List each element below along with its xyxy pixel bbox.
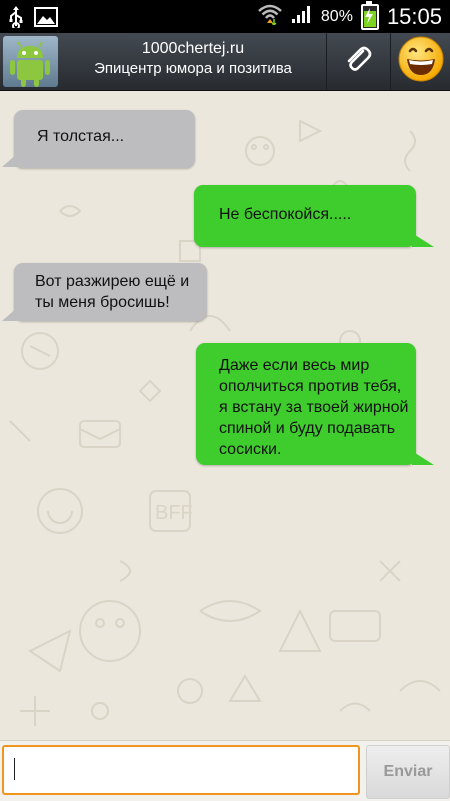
text-cursor xyxy=(14,758,15,780)
message-text-line: сосиски. xyxy=(219,441,282,458)
message-bubble-outgoing[interactable]: Даже если весь мир ополчиться против теб… xyxy=(196,343,416,465)
contact-status: Эпицентр юмора и позитива xyxy=(94,60,292,77)
header-divider xyxy=(390,33,391,90)
message-text-line: спиной и буду подавать xyxy=(219,420,396,437)
message-text-line: ополчиться против тебя, xyxy=(219,378,402,395)
bubble-tail xyxy=(412,451,434,465)
contact-info[interactable]: 1000chertej.ru Эпицентр юмора и позитива xyxy=(62,39,324,79)
avatar[interactable] xyxy=(3,36,58,87)
bubble-tail xyxy=(2,307,18,321)
paperclip-icon xyxy=(341,42,375,81)
status-bar: 80% 15:05 xyxy=(0,0,450,33)
usb-icon xyxy=(8,6,24,33)
message-text-line: Вот разжирею ещё и xyxy=(35,273,190,290)
send-button[interactable]: Enviar xyxy=(366,745,450,799)
battery-percent: 80% xyxy=(320,7,353,25)
message-text-line: ты меня бросишь! xyxy=(35,294,170,311)
emoji-button[interactable] xyxy=(392,33,450,90)
signal-icon xyxy=(291,4,313,29)
message-bubble-incoming[interactable]: Я толстая... xyxy=(14,110,195,168)
bubble-tail xyxy=(412,233,434,247)
message-text-line: я встану за твоей жирной xyxy=(219,399,409,416)
battery-charging-icon xyxy=(360,0,379,30)
message-text: Я толстая... xyxy=(37,128,125,145)
message-input[interactable] xyxy=(2,745,360,795)
smiley-icon xyxy=(397,35,445,88)
wifi-icon xyxy=(257,3,283,30)
attach-button[interactable] xyxy=(328,33,388,90)
bubble-tail xyxy=(2,153,18,167)
clock: 15:05 xyxy=(386,3,442,29)
chat-header: 1000chertej.ru Эпицентр юмора и позитива xyxy=(0,33,450,91)
message-text-line: Даже если весь мир xyxy=(219,357,370,374)
message-bubble-outgoing[interactable]: Не беспокойся..... xyxy=(194,185,416,247)
chat-area[interactable]: BFF Я толстая... Не беспокойся..... Вот … xyxy=(0,91,450,740)
svg-text:BFF: BFF xyxy=(155,502,193,524)
image-icon xyxy=(34,7,58,32)
message-bubble-incoming[interactable]: Вот разжирею ещё и ты меня бросишь! xyxy=(14,263,207,321)
contact-name: 1000chertej.ru xyxy=(141,40,245,57)
header-divider xyxy=(326,33,327,90)
message-text: Не беспокойся..... xyxy=(219,206,352,223)
composer-bar: Enviar xyxy=(0,740,450,801)
android-robot-icon xyxy=(3,41,58,91)
